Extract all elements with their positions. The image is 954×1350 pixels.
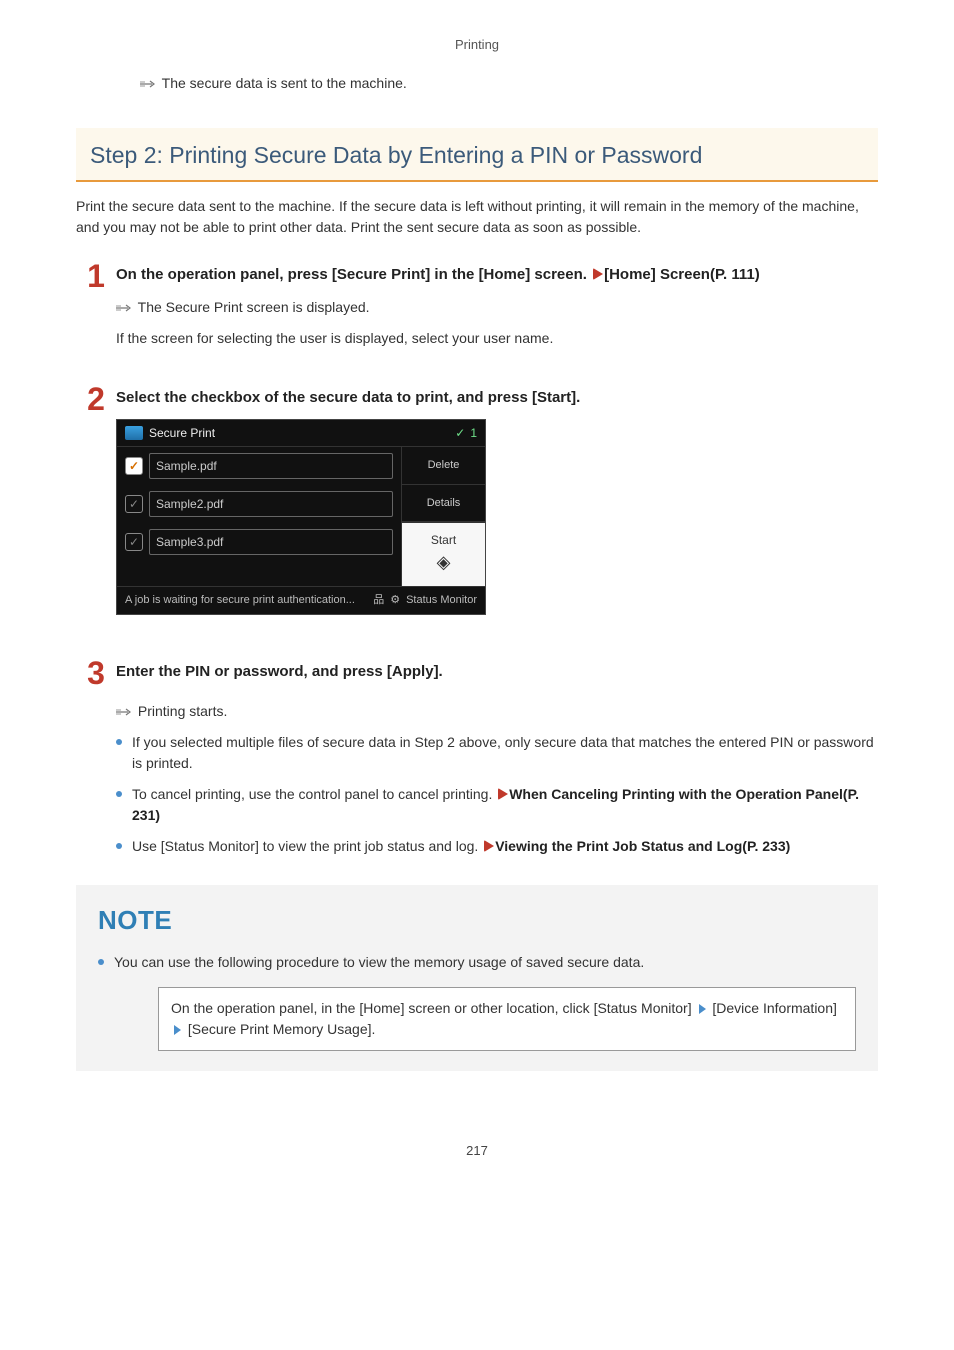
check-icon: ✓ — [455, 424, 465, 442]
bullet-3-link[interactable]: Viewing the Print Job Status and Log(P. … — [495, 838, 790, 854]
step-1-result-text: The Secure Print screen is displayed. — [138, 299, 370, 315]
step-number: 3 — [76, 657, 116, 689]
step-1: 1 On the operation panel, press [Secure … — [76, 260, 878, 361]
start-label: Start — [402, 531, 485, 549]
play-icon — [593, 268, 603, 280]
printer-icon — [125, 426, 143, 440]
secure-print-screenshot: Secure Print ✓ 1 ✓ Sample.pdf — [116, 419, 878, 615]
file-name: Sample.pdf — [149, 453, 393, 479]
footer-message: A job is waiting for secure print authen… — [125, 592, 355, 609]
status-gear-icon: ⚙ — [390, 592, 400, 609]
triangle-sep-icon — [174, 1025, 181, 1035]
file-name: Sample2.pdf — [149, 491, 393, 517]
step-3-title: Enter the PIN or password, and press [Ap… — [116, 661, 878, 684]
screenshot-title: Secure Print — [149, 424, 215, 442]
step-3-result-text: Printing starts. — [138, 703, 227, 719]
step-number: 2 — [76, 383, 116, 415]
step-3-bullet-3: Use [Status Monitor] to view the print j… — [116, 836, 878, 857]
status-monitor-button[interactable]: Status Monitor — [406, 592, 477, 609]
file-checkbox[interactable]: ✓ — [125, 495, 143, 513]
start-button[interactable]: Start ◈ — [402, 522, 485, 586]
note-bullet: You can use the following procedure to v… — [98, 952, 856, 973]
page-number: 217 — [76, 1141, 878, 1161]
note-box: NOTE You can use the following procedure… — [76, 885, 878, 1071]
note-title: NOTE — [98, 901, 856, 940]
triangle-sep-icon — [699, 1004, 706, 1014]
page-header: Printing — [76, 30, 878, 73]
result-arrow-icon — [140, 79, 158, 89]
file-row[interactable]: ✓ Sample.pdf — [117, 447, 401, 485]
step-3-bullet-1: If you selected multiple files of secure… — [116, 732, 878, 774]
step-3-result: Printing starts. — [116, 701, 878, 722]
start-icon: ◈ — [402, 549, 485, 576]
bullet-3-text: Use [Status Monitor] to view the print j… — [132, 838, 482, 854]
file-row[interactable]: ✓ Sample3.pdf — [117, 523, 401, 561]
result-arrow-icon — [116, 303, 134, 313]
file-checkbox[interactable]: ✓ — [125, 533, 143, 551]
step-3-bullet-2: To cancel printing, use the control pane… — [116, 784, 878, 826]
proc-part-b: [Device Information] — [709, 1000, 837, 1016]
intro-paragraph: Print the secure data sent to the machin… — [76, 196, 878, 238]
step-1-title-text: On the operation panel, press [Secure Pr… — [116, 266, 591, 283]
step-2: 2 Select the checkbox of the secure data… — [76, 383, 878, 635]
intro-result-text: The secure data is sent to the machine. — [162, 75, 407, 91]
file-checkbox[interactable]: ✓ — [125, 457, 143, 475]
file-row[interactable]: ✓ Sample2.pdf — [117, 485, 401, 523]
network-icon: 品 — [373, 592, 384, 609]
step-1-result: The Secure Print screen is displayed. — [116, 297, 878, 318]
count-value: 1 — [470, 424, 477, 442]
procedure-box: On the operation panel, in the [Home] sc… — [158, 987, 856, 1051]
details-button[interactable]: Details — [402, 485, 485, 523]
step-1-body: If the screen for selecting the user is … — [116, 328, 878, 349]
proc-part-a: On the operation panel, in the [Home] sc… — [171, 1000, 696, 1016]
result-arrow-icon — [116, 707, 134, 717]
selected-count: ✓ 1 — [455, 424, 477, 442]
step-1-title: On the operation panel, press [Secure Pr… — [116, 264, 878, 287]
delete-button[interactable]: Delete — [402, 447, 485, 485]
step-2-title: Select the checkbox of the secure data t… — [116, 387, 878, 410]
step-number: 1 — [76, 260, 116, 292]
step-3: 3 Enter the PIN or password, and press [… — [76, 657, 878, 872]
proc-part-c: [Secure Print Memory Usage]. — [184, 1021, 375, 1037]
play-icon — [498, 788, 508, 800]
intro-result-line: The secure data is sent to the machine. — [140, 73, 878, 94]
step-1-link[interactable]: [Home] Screen(P. 111) — [604, 266, 760, 283]
file-name: Sample3.pdf — [149, 529, 393, 555]
play-icon — [484, 840, 494, 852]
section-heading: Step 2: Printing Secure Data by Entering… — [76, 128, 878, 183]
bullet-2-text: To cancel printing, use the control pane… — [132, 786, 496, 802]
